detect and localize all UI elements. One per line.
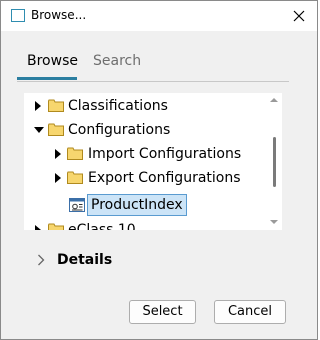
tab-browse[interactable]: Browse: [27, 53, 78, 69]
tab-search[interactable]: Search: [93, 53, 141, 69]
tab-divider: [17, 81, 289, 82]
cancel-button[interactable]: Cancel: [214, 300, 286, 324]
details-label: Details: [57, 252, 113, 268]
folder-icon: [48, 99, 64, 112]
folder-icon: [48, 123, 64, 136]
tree-item-label: Classifications: [68, 98, 168, 114]
tree-item-label: Configurations: [68, 122, 171, 138]
expand-arrow-icon[interactable]: [55, 149, 61, 159]
tab-bar: Browse Search: [17, 51, 289, 83]
expand-arrow-icon[interactable]: [35, 225, 41, 230]
folder-icon: [67, 147, 83, 160]
window-app-icon: [11, 9, 25, 22]
close-button[interactable]: [281, 1, 317, 31]
tree-scrollbar[interactable]: [266, 93, 282, 230]
title-bar[interactable]: Browse...: [1, 1, 317, 31]
browse-dialog: Browse... Browse Search Classifications: [0, 0, 318, 340]
collapse-arrow-icon[interactable]: [34, 127, 44, 133]
scroll-down-icon[interactable]: [270, 220, 278, 224]
tree-item-label: Import Configurations: [88, 146, 242, 162]
close-icon: [293, 10, 305, 22]
tree-item-label: eClass 10: [68, 222, 136, 230]
expand-arrow-icon[interactable]: [55, 173, 61, 183]
document-icon: [69, 198, 85, 212]
chevron-right-icon: [38, 254, 45, 266]
select-button[interactable]: Select: [129, 300, 196, 324]
active-tab-indicator: [17, 77, 77, 80]
browse-tree[interactable]: Classifications Configurations Import Co…: [24, 93, 282, 230]
folder-icon: [67, 171, 83, 184]
expand-arrow-icon[interactable]: [35, 101, 41, 111]
window-title: Browse...: [31, 8, 87, 22]
folder-icon: [48, 223, 64, 230]
scroll-up-icon[interactable]: [270, 98, 278, 102]
tree-item-label: Export Configurations: [88, 170, 241, 186]
scroll-thumb[interactable]: [273, 137, 276, 187]
tree-item-label: ProductIndex: [87, 194, 187, 216]
